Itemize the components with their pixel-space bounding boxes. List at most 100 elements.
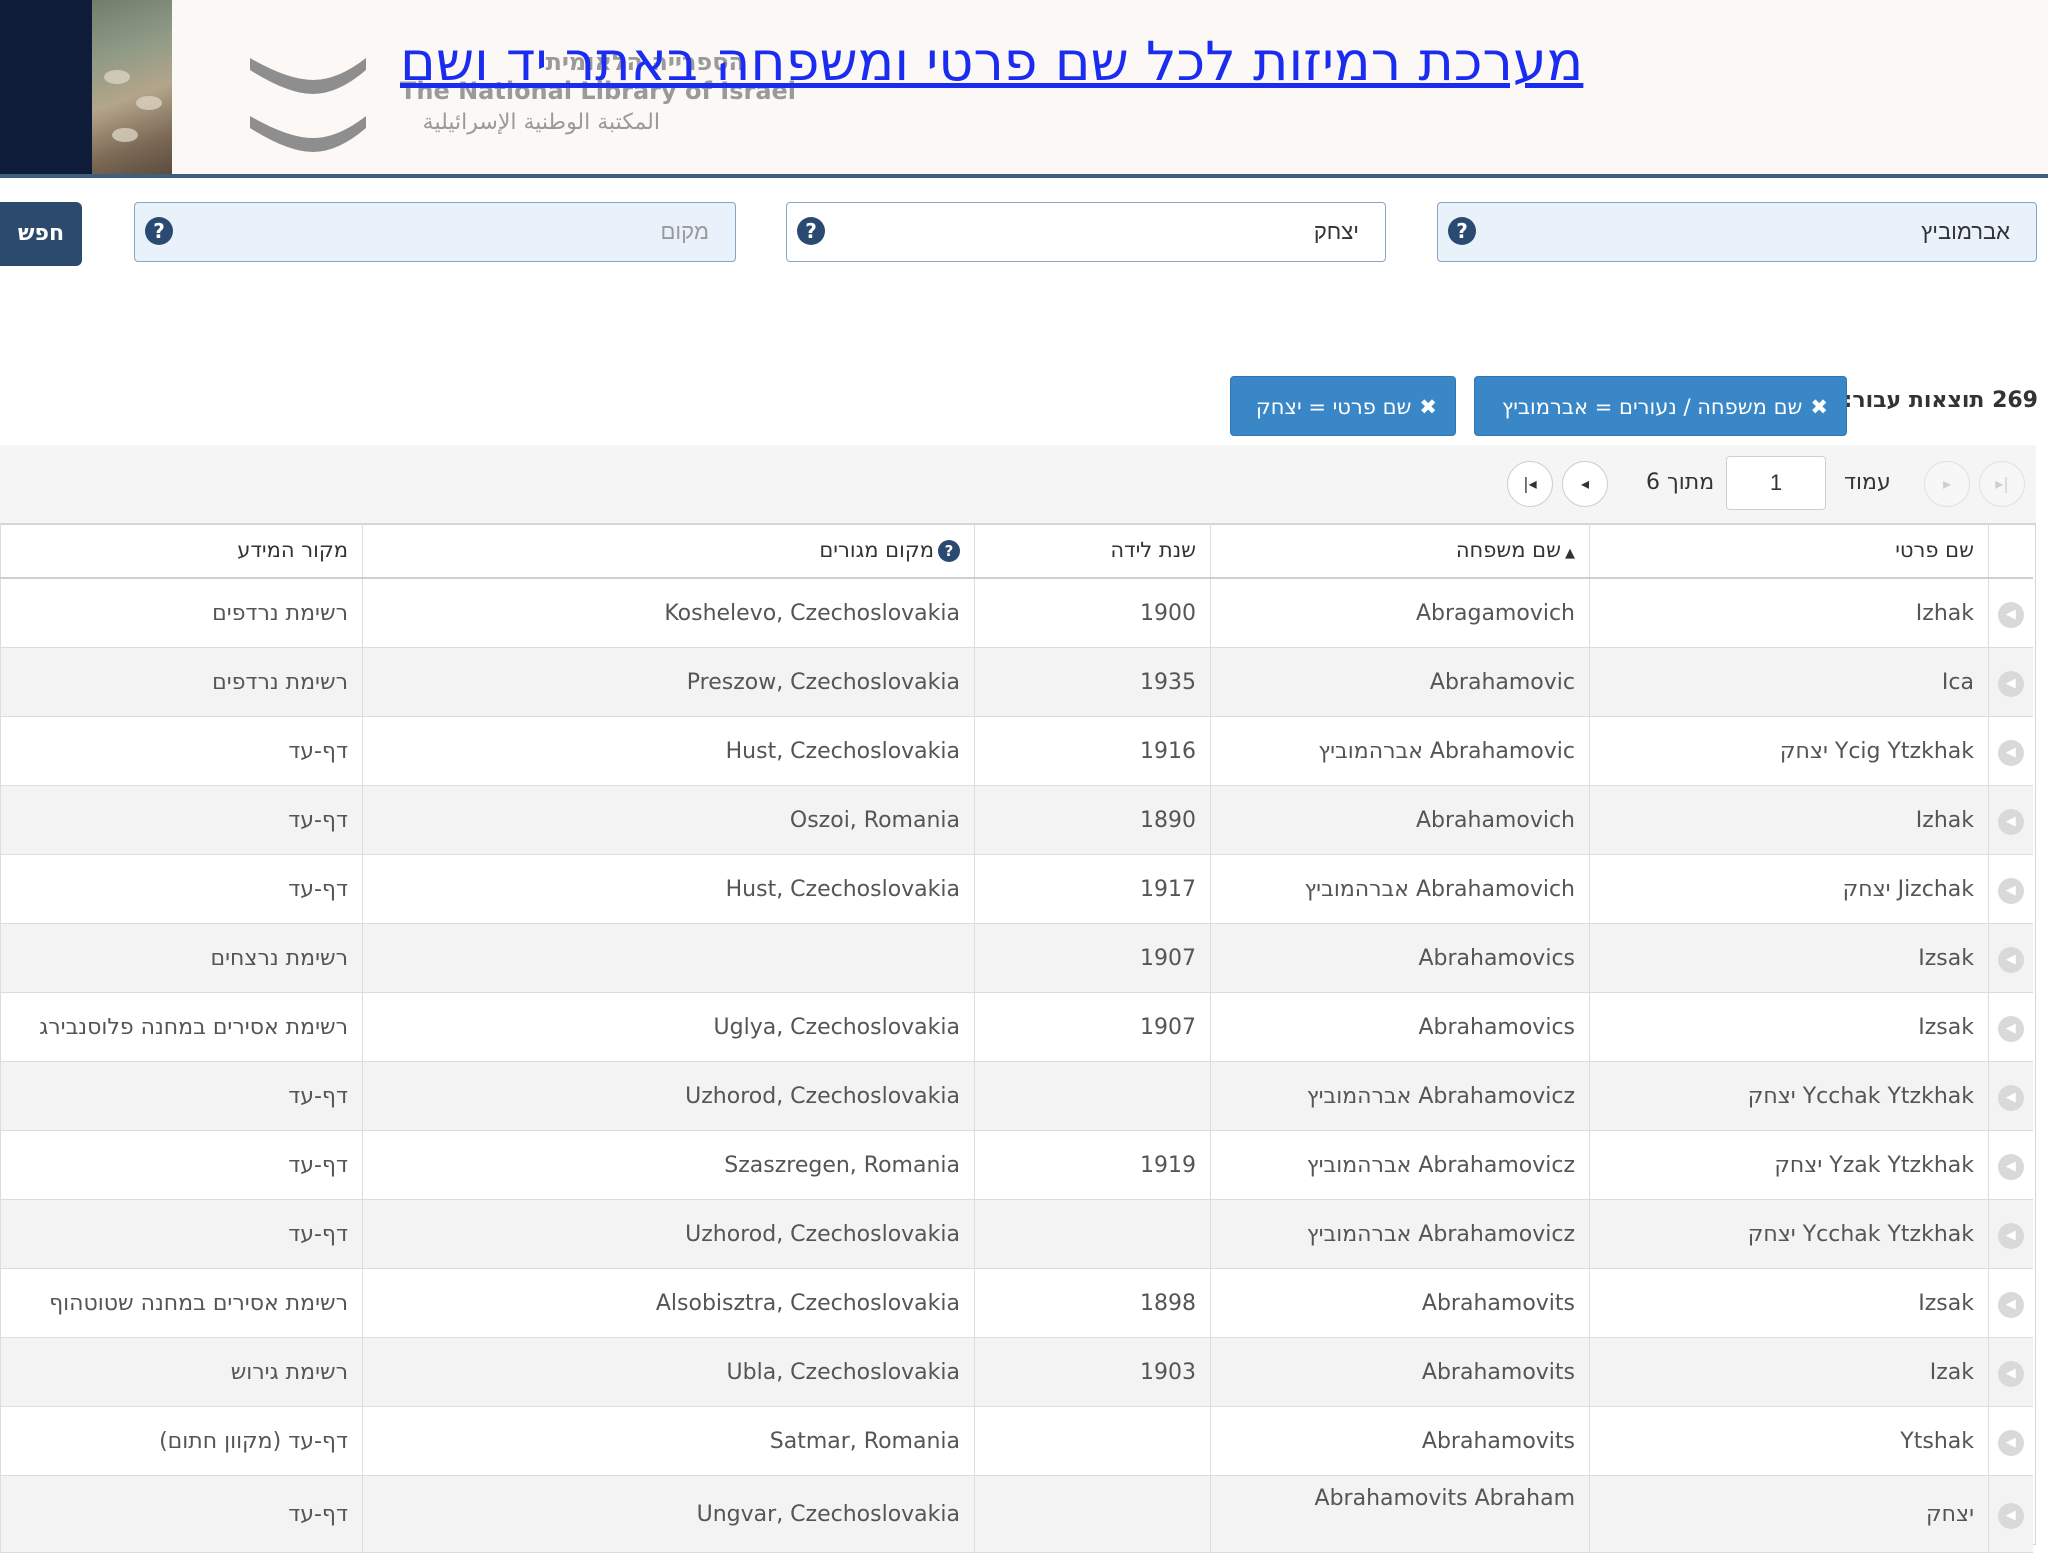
cell-birth-year: 1907: [974, 923, 1211, 993]
library-logo-icon: [250, 58, 366, 152]
table-row[interactable]: ◀ Jizchak יצחק Abrahamovich אברהמוביץ 1917 H…: [0, 854, 2033, 924]
place-field[interactable]: מקום ?: [134, 202, 736, 262]
cell-source: רשימת נרצחים: [0, 923, 363, 993]
cell-source: דף-עד: [0, 1199, 363, 1269]
cell-birth-year: 1917: [974, 854, 1211, 924]
cell-last-name: Abrahamovits Abraham: [1210, 1475, 1590, 1553]
remove-icon[interactable]: ✖: [1419, 395, 1437, 419]
search-button[interactable]: חפש: [0, 202, 82, 266]
expand-row-icon[interactable]: ◀: [1997, 601, 2024, 628]
next-page-button[interactable]: ▸: [1924, 461, 1970, 507]
expand-row-icon[interactable]: ◀: [1997, 946, 2024, 973]
header-dark-panel: [0, 0, 92, 174]
table-row[interactable]: ◀ יצחק Abrahamovits Abraham Ungvar, Czechos…: [0, 1475, 2033, 1553]
cell-last-name: Abrahamovics: [1210, 923, 1590, 993]
cell-birth-year: 1919: [974, 1130, 1211, 1200]
column-header-residence[interactable]: ?מקום מגורים: [362, 523, 975, 579]
help-icon[interactable]: ?: [145, 217, 173, 245]
cell-first-name: Yzak Ytzkhak יצחק: [1589, 1130, 1989, 1200]
first-name-value: יצחק: [1313, 219, 1359, 244]
cell-first-name: Ycig Ytzkhak יצחק: [1589, 716, 1989, 786]
cell-source: דף-עד (מקוון חתום): [0, 1406, 363, 1476]
table-row[interactable]: ◀ Izsak Abrahamovics 1907 Uglya, Czechoslova…: [0, 992, 2033, 1062]
expand-row-icon[interactable]: ◀: [1997, 877, 2024, 904]
remove-icon[interactable]: ✖: [1810, 395, 1828, 419]
table-row[interactable]: ◀ Izak Abrahamovits 1903 Ubla, Czechoslovaki…: [0, 1337, 2033, 1407]
cell-birth-year: 1907: [974, 992, 1211, 1062]
cell-source: רשימת אסירים במחנה פלוסנבירג: [0, 992, 363, 1062]
column-header-first-name[interactable]: שם פרטי: [1589, 523, 1989, 579]
help-icon[interactable]: ?: [1448, 217, 1476, 245]
table-row[interactable]: ◀ Izhak Abragamovich 1900 Koshelevo, Czechos…: [0, 578, 2033, 648]
cell-residence: Uzhorod, Czechoslovakia: [362, 1061, 975, 1131]
cell-last-name: Abrahamovics: [1210, 992, 1590, 1062]
filter-chip-last-name[interactable]: ✖ שם משפחה / נעורים = אברמוביץ: [1474, 376, 1847, 436]
table-row[interactable]: ◀ Izhak Abrahamovich 1890 Oszoi, Romania דף-ע…: [0, 785, 2033, 855]
last-name-value: אברמוביץ: [1921, 219, 2010, 244]
expand-row-icon[interactable]: ◀: [1997, 1291, 2024, 1318]
expand-row-icon[interactable]: ◀: [1997, 739, 2024, 766]
first-page-button[interactable]: |◂: [1507, 461, 1553, 507]
cell-first-name: Izak: [1589, 1337, 1989, 1407]
expand-row-icon[interactable]: ◀: [1997, 670, 2024, 697]
cell-residence: Ungvar, Czechoslovakia: [362, 1475, 975, 1553]
cell-residence: Uglya, Czechoslovakia: [362, 992, 975, 1062]
column-header-birth-year[interactable]: שנת לידה: [974, 523, 1211, 579]
results-table: שם פרטי ▲שם משפחה שנת לידה ?מקום מגורים …: [0, 523, 2033, 1553]
cell-first-name: Ycchak Ytzkhak יצחק: [1589, 1061, 1989, 1131]
cell-last-name: Abrahamovits: [1210, 1337, 1590, 1407]
first-name-field[interactable]: יצחק ?: [786, 202, 1386, 262]
cell-birth-year: [974, 1475, 1211, 1553]
cell-residence: [362, 923, 975, 993]
header-photo: [92, 0, 172, 174]
cell-last-name: Abragamovich: [1210, 578, 1590, 648]
expand-row-icon[interactable]: ◀: [1997, 808, 2024, 835]
previous-page-button[interactable]: ◂: [1562, 461, 1608, 507]
table-row[interactable]: ◀ Ycig Ytzkhak יצחק Abrahamovic אברהמוביץ 1…: [0, 716, 2033, 786]
cell-last-name: Abrahamovits: [1210, 1268, 1590, 1338]
page-label: עמוד: [1844, 470, 1891, 495]
last-page-button[interactable]: ▸|: [1979, 461, 2025, 507]
table-row[interactable]: ◀ Ica Abrahamovic 1935 Preszow, Czechoslovak…: [0, 647, 2033, 717]
last-name-field[interactable]: אברמוביץ ?: [1437, 202, 2037, 262]
cell-source: רשימת אסירים במחנה שטוטהוף: [0, 1268, 363, 1338]
cell-birth-year: 1890: [974, 785, 1211, 855]
table-row[interactable]: ◀ Ycchak Ytzkhak יצחק Abrahamovicz אברהמוב…: [0, 1199, 2033, 1269]
filter-chip-first-name[interactable]: ✖ שם פרטי = יצחק: [1230, 376, 1456, 436]
table-row[interactable]: ◀ Yzak Ytzkhak יצחק Abrahamovicz אברהמוביץ…: [0, 1130, 2033, 1200]
cell-birth-year: 1898: [974, 1268, 1211, 1338]
table-row[interactable]: ◀ Ytshak Abrahamovits Satmar, Romania דף-עד …: [0, 1406, 2033, 1476]
expand-row-icon[interactable]: ◀: [1997, 1222, 2024, 1249]
page-number-input[interactable]: 1: [1726, 456, 1826, 510]
cell-last-name: Abrahamovic אברהמוביץ: [1210, 716, 1590, 786]
cell-first-name: Izsak: [1589, 1268, 1989, 1338]
cell-residence: Ubla, Czechoslovakia: [362, 1337, 975, 1407]
expand-row-icon[interactable]: ◀: [1997, 1360, 2024, 1387]
cell-last-name: Abrahamovicz אברהמוביץ: [1210, 1199, 1590, 1269]
cell-residence: Oszoi, Romania: [362, 785, 975, 855]
help-icon[interactable]: ?: [938, 540, 960, 562]
cell-source: דף-עד: [0, 1061, 363, 1131]
expand-row-icon[interactable]: ◀: [1997, 1084, 2024, 1111]
cell-residence: Preszow, Czechoslovakia: [362, 647, 975, 717]
cell-last-name: Abrahamovic: [1210, 647, 1590, 717]
cell-first-name: Jizchak יצחק: [1589, 854, 1989, 924]
expand-row-icon[interactable]: ◀: [1997, 1153, 2024, 1180]
cell-birth-year: 1916: [974, 716, 1211, 786]
column-header-last-name[interactable]: ▲שם משפחה: [1210, 523, 1590, 579]
page-title-link[interactable]: מערכת רמיזות לכל שם פרטי ומשפחה באתר יד …: [400, 30, 1650, 93]
cell-residence: Hust, Czechoslovakia: [362, 854, 975, 924]
place-placeholder: מקום: [660, 219, 709, 244]
column-header-source[interactable]: מקור המידע: [0, 523, 363, 579]
table-row[interactable]: ◀ Ycchak Ytzkhak יצחק Abrahamovicz אברהמוב…: [0, 1061, 2033, 1131]
table-row[interactable]: ◀ Izsak Abrahamovics 1907 רשימת נרצחים: [0, 923, 2033, 993]
expand-row-icon[interactable]: ◀: [1997, 1015, 2024, 1042]
cell-source: דף-עד: [0, 1475, 363, 1553]
cell-birth-year: 1900: [974, 578, 1211, 648]
table-row[interactable]: ◀ Izsak Abrahamovits 1898 Alsobisztra, Czech…: [0, 1268, 2033, 1338]
expand-row-icon[interactable]: ◀: [1997, 1502, 2024, 1529]
help-icon[interactable]: ?: [797, 217, 825, 245]
expand-row-icon[interactable]: ◀: [1997, 1429, 2024, 1456]
cell-residence: Koshelevo, Czechoslovakia: [362, 578, 975, 648]
cell-birth-year: [974, 1406, 1211, 1476]
